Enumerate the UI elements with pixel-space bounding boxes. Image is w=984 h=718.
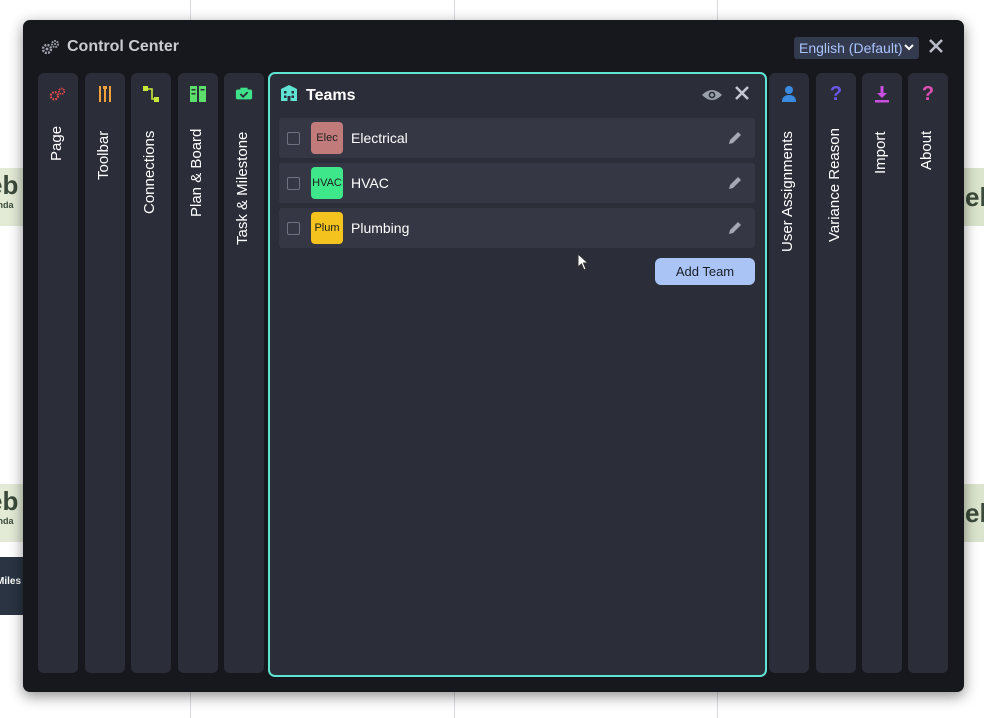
tab-user-assignments[interactable]: User Assignments: [769, 73, 809, 673]
team-checkbox[interactable]: [287, 132, 300, 145]
edit-pencil-icon[interactable]: [727, 175, 743, 196]
tab-toolbar[interactable]: Toolbar: [85, 73, 125, 673]
connections-icon: [142, 85, 160, 103]
tab-import-label: Import: [872, 131, 889, 174]
team-badge: Elec: [311, 122, 343, 154]
add-team-button[interactable]: Add Team: [655, 258, 755, 285]
eye-icon[interactable]: [701, 88, 723, 107]
panel-title: Teams: [306, 86, 356, 104]
edit-pencil-icon[interactable]: [727, 130, 743, 151]
task-icon: [235, 85, 253, 103]
control-center-dialog: Control Center English (Default) Page To…: [23, 20, 964, 692]
tab-task-milestone[interactable]: Task & Milestone: [224, 73, 264, 673]
team-checkbox[interactable]: [287, 177, 300, 190]
day-header: eb: [963, 168, 984, 226]
close-panel-button[interactable]: [735, 84, 749, 104]
tab-variance-reason[interactable]: ? Variance Reason: [816, 73, 856, 673]
team-name: HVAC: [351, 175, 389, 191]
language-select[interactable]: English (Default): [794, 37, 919, 59]
tab-about-label: About: [918, 130, 935, 170]
team-name: Electrical: [351, 130, 408, 146]
gears-icon: [49, 85, 67, 103]
tools-icon: [96, 85, 114, 103]
tab-variance-reason-label: Variance Reason: [826, 128, 843, 242]
tab-connections-label: Connections: [141, 130, 158, 214]
tab-toolbar-label: Toolbar: [95, 130, 112, 180]
teams-panel: Teams Elec Electrical HVAC HVAC Plum Plu…: [268, 72, 767, 677]
dialog-title-bar: Control Center: [41, 38, 179, 56]
chevron-down-icon: [904, 42, 914, 54]
question-icon: ?: [921, 83, 935, 105]
tab-about[interactable]: ? About: [908, 73, 948, 673]
gears-icon: [41, 39, 61, 55]
tab-task-milestone-label: Task & Milestone: [234, 131, 251, 245]
question-icon: ?: [829, 83, 843, 105]
close-icon: [929, 39, 943, 53]
dialog-title: Control Center: [67, 38, 179, 55]
building-icon: [280, 84, 298, 107]
team-name: Plumbing: [351, 220, 410, 236]
user-icon: [780, 85, 798, 103]
edit-pencil-icon[interactable]: [727, 220, 743, 241]
team-row[interactable]: HVAC HVAC: [279, 163, 755, 203]
board-icon: [189, 85, 207, 103]
tab-import[interactable]: Import: [862, 73, 902, 673]
day-header: eb: [963, 484, 984, 542]
team-checkbox[interactable]: [287, 222, 300, 235]
tab-user-assignments-label: User Assignments: [779, 131, 796, 252]
team-badge: HVAC: [311, 167, 343, 199]
team-row[interactable]: Plum Plumbing: [279, 208, 755, 248]
close-dialog-button[interactable]: [927, 37, 945, 57]
mouse-cursor-icon: [577, 252, 590, 276]
tab-page-label: Page: [48, 125, 65, 161]
close-icon: [735, 86, 749, 100]
team-badge: Plum: [311, 212, 343, 244]
tab-page[interactable]: Page: [38, 73, 78, 673]
team-row[interactable]: Elec Electrical: [279, 118, 755, 158]
language-select-value: English (Default): [799, 40, 903, 56]
tab-plan-board[interactable]: Plan & Board: [178, 73, 218, 673]
teams-panel-header: Teams: [280, 84, 356, 107]
tab-plan-board-label: Plan & Board: [188, 128, 205, 217]
download-icon: [873, 85, 891, 103]
tab-connections[interactable]: Connections: [131, 73, 171, 673]
